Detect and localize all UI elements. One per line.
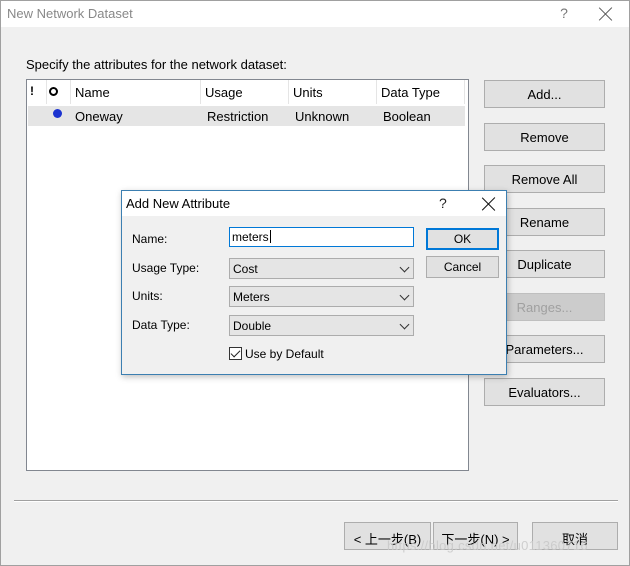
column-header-name[interactable]: Name — [71, 80, 201, 104]
name-field-value: meters — [232, 230, 269, 244]
table-row[interactable]: Oneway Restriction Unknown Boolean — [28, 106, 465, 126]
data-type-value: Double — [233, 319, 272, 333]
row-data-type: Boolean — [383, 109, 431, 124]
usage-type-label: Usage Type: — [132, 261, 200, 275]
column-header-usage[interactable]: Usage — [201, 80, 289, 104]
default-column-icon — [49, 87, 58, 96]
units-value: Meters — [233, 290, 270, 304]
dialog-titlebar: Add New Attribute ? — [122, 191, 506, 216]
name-field[interactable]: meters — [229, 227, 414, 247]
default-attribute-icon — [53, 109, 62, 118]
chevron-down-icon — [399, 262, 410, 273]
instruction-text: Specify the attributes for the network d… — [26, 57, 287, 72]
add-new-attribute-dialog: Add New Attribute ? Name: meters Usage T… — [121, 190, 507, 375]
dialog-close-icon[interactable] — [482, 197, 496, 211]
window-title: New Network Dataset — [7, 6, 133, 21]
column-header-default[interactable] — [47, 80, 71, 104]
watermark: https://blog.csdn.net/u011360716 — [387, 538, 588, 553]
units-select[interactable]: Meters — [229, 286, 414, 307]
chevron-down-icon — [399, 290, 410, 301]
column-header-restriction[interactable]: ! — [27, 80, 47, 104]
ok-button[interactable]: OK — [426, 228, 499, 250]
exclamation-icon: ! — [30, 84, 34, 98]
data-type-select[interactable]: Double — [229, 315, 414, 336]
chevron-down-icon — [399, 319, 410, 330]
units-label: Units: — [132, 289, 163, 303]
usage-type-value: Cost — [233, 262, 258, 276]
row-units: Unknown — [295, 109, 350, 124]
text-caret — [269, 230, 271, 243]
column-header-units[interactable]: Units — [289, 80, 377, 104]
help-icon[interactable]: ? — [557, 5, 571, 21]
row-usage: Restriction — [207, 109, 269, 124]
dialog-help-icon[interactable]: ? — [439, 195, 447, 211]
window-titlebar: New Network Dataset ? — [1, 1, 629, 27]
dialog-title: Add New Attribute — [126, 196, 231, 211]
list-header: ! Name Usage Units Data Type — [27, 80, 468, 104]
data-type-label: Data Type: — [132, 318, 190, 332]
close-icon[interactable] — [599, 7, 613, 21]
name-label: Name: — [132, 232, 168, 246]
add-button[interactable]: Add... — [484, 80, 605, 108]
footer-separator-highlight — [14, 501, 618, 502]
checkmark-icon — [230, 347, 241, 358]
row-name: Oneway — [75, 109, 123, 124]
usage-type-select[interactable]: Cost — [229, 258, 414, 279]
use-by-default-label[interactable]: Use by Default — [245, 347, 324, 361]
remove-button[interactable]: Remove — [484, 123, 605, 151]
remove-all-button[interactable]: Remove All — [484, 165, 605, 193]
dialog-cancel-button[interactable]: Cancel — [426, 256, 499, 278]
column-header-data-type[interactable]: Data Type — [377, 80, 465, 104]
use-by-default-checkbox[interactable] — [229, 347, 242, 360]
evaluators-button[interactable]: Evaluators... — [484, 378, 605, 406]
